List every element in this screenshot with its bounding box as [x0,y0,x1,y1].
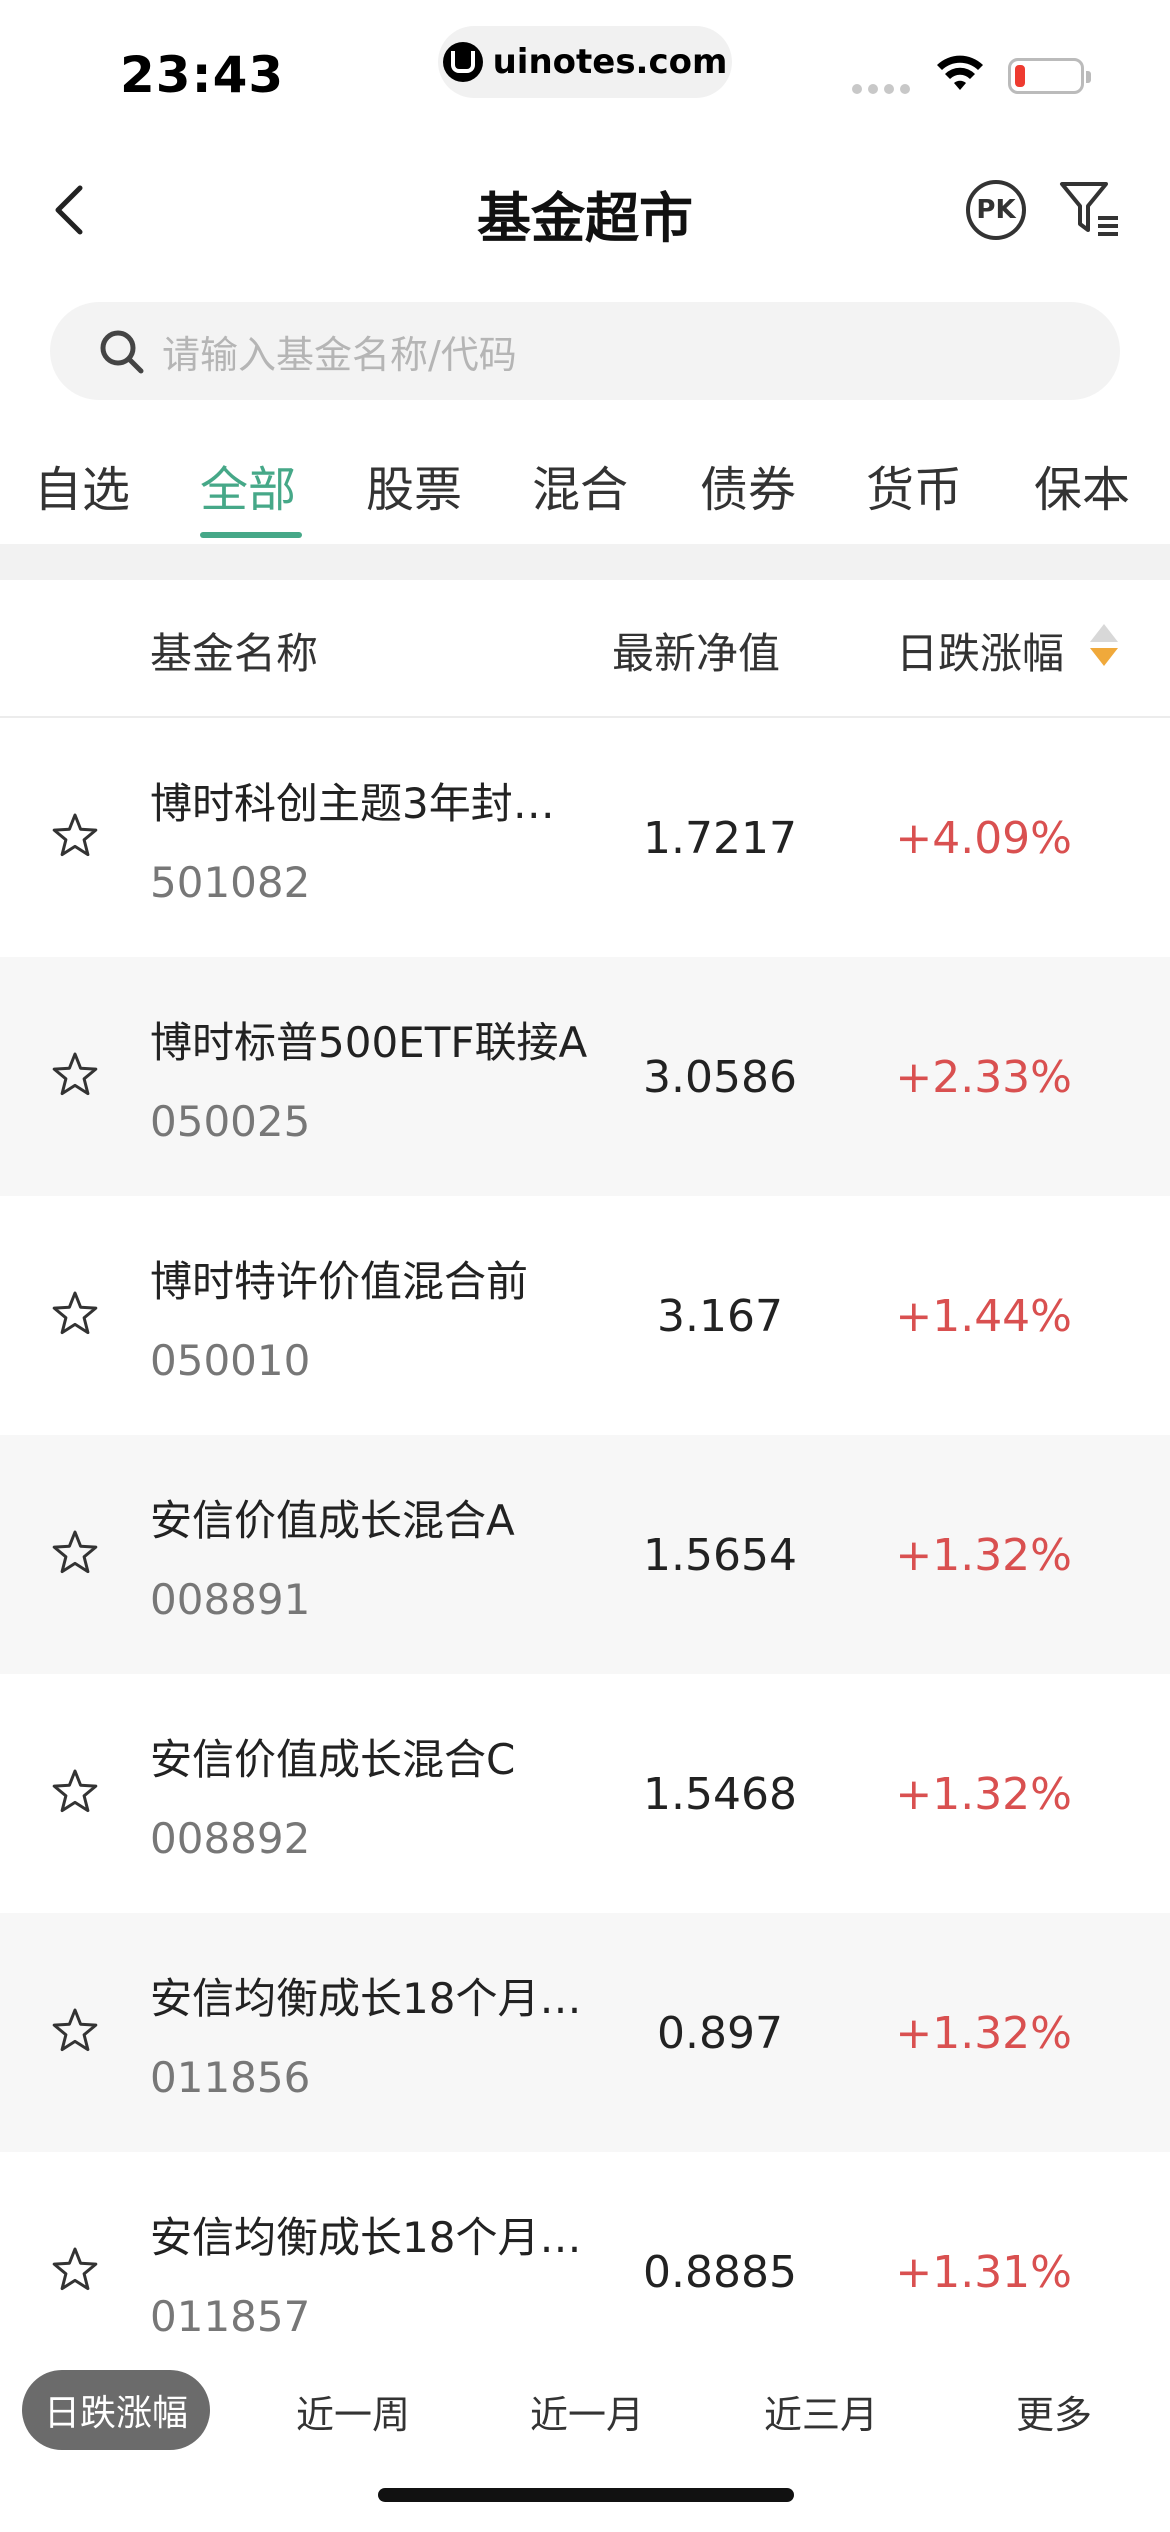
period-three-months[interactable]: 近三月 [764,2384,878,2439]
fund-nav: 3.0586 [643,1052,797,1103]
fund-code: 008892 [150,1814,311,1863]
cellular-signal-icon [852,84,910,94]
fund-code: 011856 [150,2053,311,2102]
tab-money[interactable]: 货币 [866,450,962,520]
fund-name: 安信价值成长混合A [150,1496,515,1545]
tab-all[interactable]: 全部 [200,450,296,520]
category-tabs: 自选 全部 股票 混合 债券 货币 保本 [0,436,1170,544]
filter-icon[interactable] [1054,172,1126,244]
table-header: 基金名称 最新净值 日跌涨幅 [0,580,1170,718]
fund-name: 安信价值成长混合C [150,1735,516,1784]
table-row[interactable]: 博时特许价值混合前 050010 3.167 +1.44% [0,1196,1170,1435]
fund-daily-change: +4.09% [895,813,1072,864]
wifi-icon [937,55,983,90]
fund-nav: 3.167 [657,1291,783,1342]
table-row[interactable]: 博时标普500ETF联接A 050025 3.0586 +2.33% [0,957,1170,1196]
period-more[interactable]: 更多 [1016,2384,1092,2439]
url-text: uinotes.com [492,42,728,82]
star-icon[interactable] [52,1768,98,1814]
table-row[interactable]: 安信价值成长混合A 008891 1.5654 +1.32% [0,1435,1170,1674]
fund-nav: 0.8885 [643,2247,797,2298]
search-placeholder: 请输入基金名称/代码 [162,333,517,377]
period-selector: 日跌涨幅 近一周 近一月 近三月 更多 [0,2370,1170,2458]
fund-code: 050025 [150,1097,311,1146]
period-week[interactable]: 近一周 [296,2384,410,2439]
battery-icon [1008,58,1091,94]
section-divider [0,544,1170,580]
status-bar: 23:43 uinotes.com [0,0,1170,140]
fund-daily-change: +1.32% [895,1530,1072,1581]
period-month[interactable]: 近一月 [530,2384,644,2439]
fund-name: 博时科创主题3年封闭运作 [150,779,590,828]
home-indicator [378,2488,794,2502]
fund-code: 008891 [150,1575,311,1624]
tab-hybrid[interactable]: 混合 [532,450,628,520]
search-input[interactable]: 请输入基金名称/代码 [50,302,1120,400]
period-daily[interactable]: 日跌涨幅 [22,2370,210,2450]
fund-nav: 1.5468 [643,1769,797,1820]
tab-favorites[interactable]: 自选 [34,450,130,520]
fund-name: 安信均衡成长18个月持有C [150,2213,590,2262]
tab-stock[interactable]: 股票 [366,450,462,520]
fund-name: 安信均衡成长18个月持有A [150,1974,590,2023]
fund-code: 050010 [150,1336,311,1385]
search-icon [100,330,144,374]
fund-code: 501082 [150,858,311,907]
header-fund-name: 基金名称 [150,629,319,678]
status-time: 23:43 [120,46,285,104]
fund-daily-change: +2.33% [895,1052,1072,1103]
fund-list: 博时科创主题3年封闭运作 501082 1.7217 +4.09% 博时标普50… [0,718,1170,2391]
sort-icon[interactable] [1088,622,1120,668]
star-icon[interactable] [52,2246,98,2292]
fund-name: 博时特许价值混合前 [150,1257,529,1306]
star-icon[interactable] [52,1051,98,1097]
table-row[interactable]: 安信价值成长混合C 008892 1.5468 +1.32% [0,1674,1170,1913]
fund-nav: 1.5654 [643,1530,797,1581]
star-icon[interactable] [52,1290,98,1336]
fund-daily-change: +1.44% [895,1291,1072,1342]
fund-code: 011857 [150,2292,311,2341]
uinotes-logo-icon [442,42,483,82]
table-row[interactable]: 博时科创主题3年封闭运作 501082 1.7217 +4.09% [0,718,1170,957]
fund-daily-change: +1.32% [895,1769,1072,1820]
fund-nav: 1.7217 [643,813,797,864]
fund-daily-change: +1.31% [895,2247,1072,2298]
header-daily-change[interactable]: 日跌涨幅 [896,620,1064,681]
pk-compare-button[interactable]: PK [966,180,1026,240]
tab-guaranteed[interactable]: 保本 [1034,450,1130,520]
fund-daily-change: +1.32% [895,2008,1072,2059]
fund-nav: 0.897 [657,2008,783,2059]
table-row[interactable]: 安信均衡成长18个月持有A 011856 0.897 +1.32% [0,1913,1170,2152]
nav-bar: 基金超市 PK [0,150,1170,270]
tab-bond[interactable]: 债券 [700,450,796,520]
star-icon[interactable] [52,2007,98,2053]
url-pill[interactable]: uinotes.com [438,26,732,98]
star-icon[interactable] [52,1529,98,1575]
header-latest-nav[interactable]: 最新净值 [612,620,780,681]
table-row[interactable]: 安信均衡成长18个月持有C 011857 0.8885 +1.31% [0,2152,1170,2391]
star-icon[interactable] [52,812,98,858]
active-tab-indicator [200,532,302,538]
fund-name: 博时标普500ETF联接A [150,1018,588,1067]
